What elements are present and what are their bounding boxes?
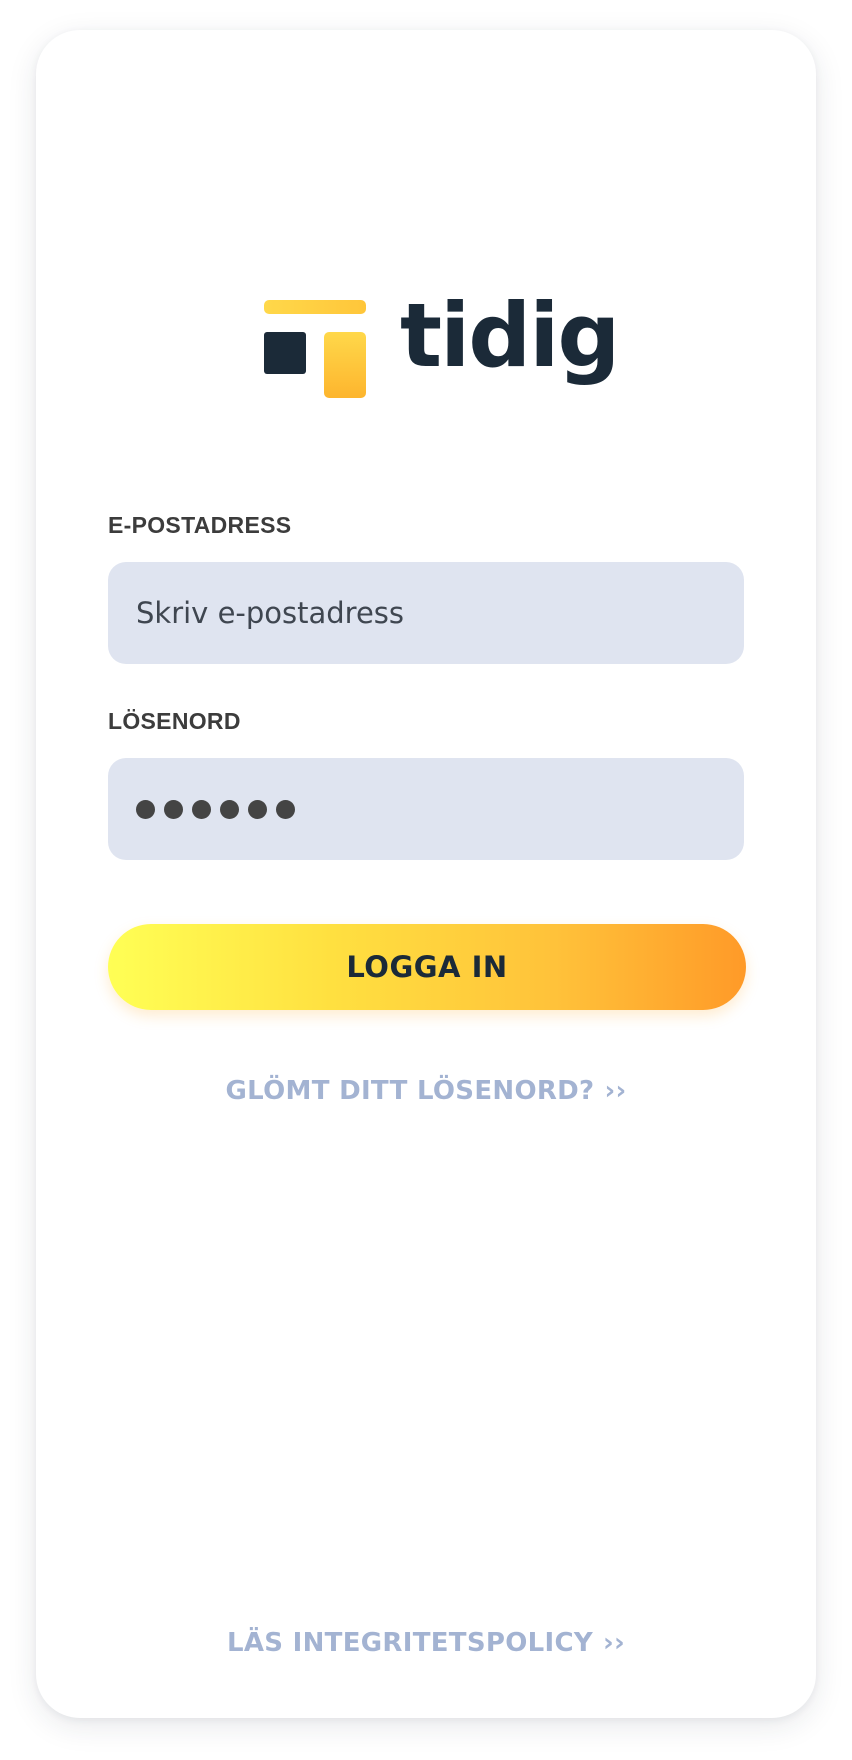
forgot-password-text: GLÖMT DITT LÖSENORD?	[225, 1076, 595, 1106]
login-button[interactable]: LOGGA IN	[108, 924, 746, 1010]
password-dot	[136, 799, 155, 819]
tidig-logo: tidig	[264, 292, 624, 440]
logo-square-yellow	[324, 332, 366, 398]
logo-wordmark: tidig	[400, 284, 620, 387]
password-dot	[248, 799, 267, 819]
email-label: E-POSTADRESS	[108, 512, 292, 538]
privacy-policy-link[interactable]: LÄS INTEGRITETSPOLICY ››	[36, 1628, 816, 1658]
password-field[interactable]	[108, 758, 744, 860]
privacy-policy-text: LÄS INTEGRITETSPOLICY	[226, 1628, 593, 1658]
login-button-label: LOGGA IN	[346, 950, 508, 984]
password-dot	[192, 799, 211, 819]
email-field[interactable]: Skriv e-postadress	[108, 562, 744, 664]
screen: tidig E-POSTADRESS Skriv e-postadress LÖ…	[0, 0, 852, 1760]
email-placeholder: Skriv e-postadress	[136, 596, 405, 630]
double-chevron-right-icon: ››	[604, 1076, 627, 1106]
logo-square-dark	[264, 332, 306, 374]
logo-bar	[264, 300, 366, 314]
double-chevron-right-icon: ››	[602, 1628, 626, 1658]
password-dot	[276, 799, 295, 819]
password-dot	[164, 799, 183, 819]
forgot-password-link[interactable]: GLÖMT DITT LÖSENORD? ››	[36, 1076, 816, 1106]
logo-mark-icon	[264, 300, 368, 400]
password-dot	[220, 799, 239, 819]
password-label: LÖSENORD	[108, 708, 241, 734]
password-mask	[136, 799, 295, 819]
login-card: tidig E-POSTADRESS Skriv e-postadress LÖ…	[36, 30, 816, 1718]
